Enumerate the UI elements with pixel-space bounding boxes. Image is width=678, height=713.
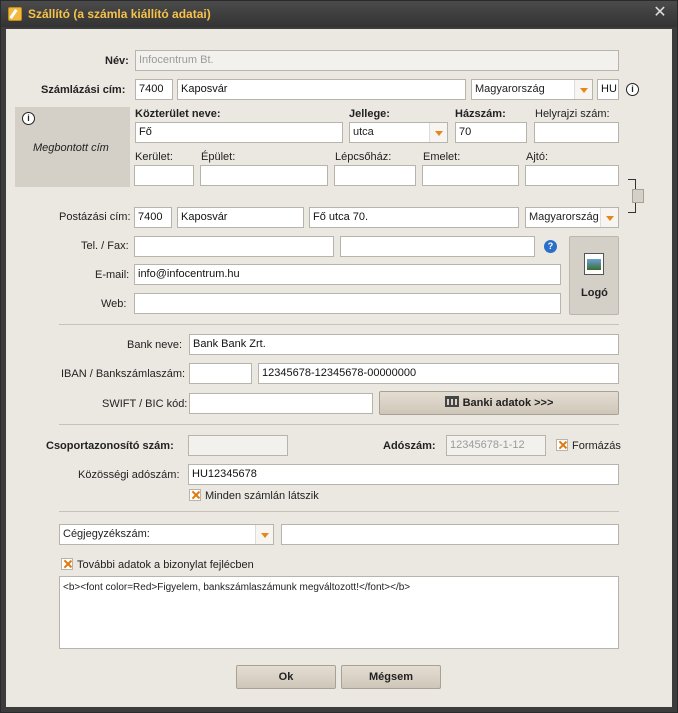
building-input[interactable]	[200, 165, 328, 186]
ok-button[interactable]: Ok	[236, 665, 336, 689]
street-name-input[interactable]: Fő	[135, 122, 343, 143]
company-register-select-value: Cégjegyzékszám:	[63, 528, 150, 540]
label-iban: IBAN / Bankszámlaszám:	[61, 368, 186, 380]
label-kozterulet: Közterület neve:	[135, 108, 221, 120]
door-input[interactable]	[525, 165, 619, 186]
image-icon	[584, 253, 604, 275]
label-email: E-mail:	[95, 269, 130, 281]
label-nev: Név:	[105, 55, 129, 67]
account-number-input[interactable]: 12345678-12345678-00000000	[258, 363, 619, 384]
bank-name-input[interactable]: Bank Bank Zrt.	[189, 334, 619, 355]
company-register-select[interactable]: Cégjegyzékszám:	[59, 524, 274, 545]
cancel-button[interactable]: Mégsem	[341, 665, 441, 689]
label-bank-neve: Bank neve:	[127, 339, 183, 351]
label-postazasi-cim: Postázási cím:	[59, 211, 131, 223]
divider	[59, 324, 619, 325]
chevron-down-icon[interactable]	[600, 208, 618, 227]
chevron-down-icon[interactable]	[429, 123, 447, 142]
billing-city-input[interactable]: Kaposvár	[177, 79, 466, 100]
title-bar[interactable]: Szállító (a számla kiállító adatai) ✕	[1, 1, 677, 27]
phone-input[interactable]	[134, 236, 334, 257]
label-lepcsohaz: Lépcsőház:	[335, 151, 392, 163]
chevron-down-icon[interactable]	[574, 80, 592, 99]
extra-header-data-checkbox[interactable]	[61, 558, 73, 570]
mailing-city-input[interactable]: Kaposvár	[177, 207, 304, 228]
chevron-down-icon[interactable]	[255, 525, 273, 544]
copy-address-button[interactable]	[632, 189, 644, 203]
label-ajto: Ajtó:	[526, 151, 549, 163]
split-address-panel[interactable]: i Megbontott cím	[15, 107, 130, 187]
label-kozossegi-adoszam: Közösségi adószám:	[78, 469, 180, 481]
billing-country-code-input[interactable]: HU	[597, 79, 619, 100]
name-input[interactable]: Infocentrum Bt.	[135, 50, 619, 71]
label-web: Web:	[101, 298, 127, 310]
label-tel-fax: Tel. / Fax:	[81, 240, 129, 252]
edit-icon	[8, 7, 22, 21]
bank-icon	[444, 396, 459, 407]
staircase-input[interactable]	[334, 165, 416, 186]
bank-details-button[interactable]: Banki adatok >>>	[379, 391, 619, 415]
label-csoportazonosito: Csoportazonosító szám:	[46, 440, 174, 452]
street-type-select[interactable]: utca	[349, 122, 448, 143]
web-input[interactable]	[134, 293, 561, 314]
info-icon[interactable]: i	[626, 83, 639, 96]
eu-tax-number-input[interactable]: HU12345678	[188, 464, 619, 485]
billing-country-select[interactable]: Magyarország	[471, 79, 593, 100]
billing-zip-input[interactable]: 7400	[135, 79, 173, 100]
label-minden-szamlan: Minden számlán látszik	[205, 490, 319, 502]
label-kerulet: Kerület:	[135, 151, 173, 163]
help-icon[interactable]: ?	[544, 240, 557, 253]
dialog-window: Szállító (a számla kiállító adatai) ✕ Né…	[0, 0, 678, 713]
swift-input[interactable]	[189, 393, 373, 414]
header-html-textarea[interactable]: <b><font color=Red>Figyelem, bankszámlas…	[59, 576, 619, 649]
group-id-input[interactable]	[188, 435, 288, 456]
logo-label: Logó	[581, 287, 608, 299]
label-tovabbi-adatok: További adatok a bizonylat fejlécben	[77, 559, 254, 571]
label-epulet: Épület:	[201, 151, 236, 163]
email-input[interactable]: info@infocentrum.hu	[134, 264, 561, 285]
house-number-input[interactable]: 70	[455, 122, 527, 143]
close-icon[interactable]: ✕	[651, 4, 669, 22]
label-hazszam: Házszám:	[455, 108, 506, 120]
label-helyrajzi: Helyrajzi szám:	[535, 108, 610, 120]
split-address-label: Megbontott cím	[33, 142, 109, 154]
mailing-zip-input[interactable]: 7400	[134, 207, 172, 228]
label-adoszam: Adószám:	[383, 440, 436, 452]
bank-details-label: Banki adatok >>>	[462, 397, 554, 409]
info-icon[interactable]: i	[22, 112, 35, 125]
tax-number-input[interactable]: 12345678-1-12	[446, 435, 546, 456]
formatting-checkbox[interactable]	[556, 439, 568, 451]
label-emelet: Emelet:	[423, 151, 461, 163]
mailing-country-select[interactable]: Magyarország	[525, 207, 619, 228]
label-swift: SWIFT / BIC kód:	[102, 398, 188, 410]
floor-input[interactable]	[422, 165, 519, 186]
fax-input[interactable]	[340, 236, 535, 257]
billing-country-value: Magyarország	[475, 83, 545, 95]
label-szamlazasi-cim: Számlázási cím:	[41, 84, 126, 96]
divider	[59, 511, 619, 512]
show-on-all-invoices-checkbox[interactable]	[189, 489, 201, 501]
street-type-value: utca	[353, 126, 374, 138]
divider	[59, 424, 619, 425]
mailing-street-input[interactable]: Fő utca 70.	[309, 207, 519, 228]
dialog-content: Név: Infocentrum Bt. Számlázási cím: 740…	[6, 29, 672, 707]
district-input[interactable]	[134, 165, 194, 186]
iban-prefix-input[interactable]	[189, 363, 252, 384]
company-register-input[interactable]	[281, 524, 619, 545]
label-jellege: Jellege:	[349, 108, 390, 120]
logo-button[interactable]: Logó	[569, 236, 619, 315]
mailing-country-value: Magyarország	[529, 211, 599, 223]
parcel-number-input[interactable]	[534, 122, 619, 143]
window-title: Szállító (a számla kiállító adatai)	[28, 7, 211, 21]
label-formazas: Formázás	[572, 440, 621, 452]
